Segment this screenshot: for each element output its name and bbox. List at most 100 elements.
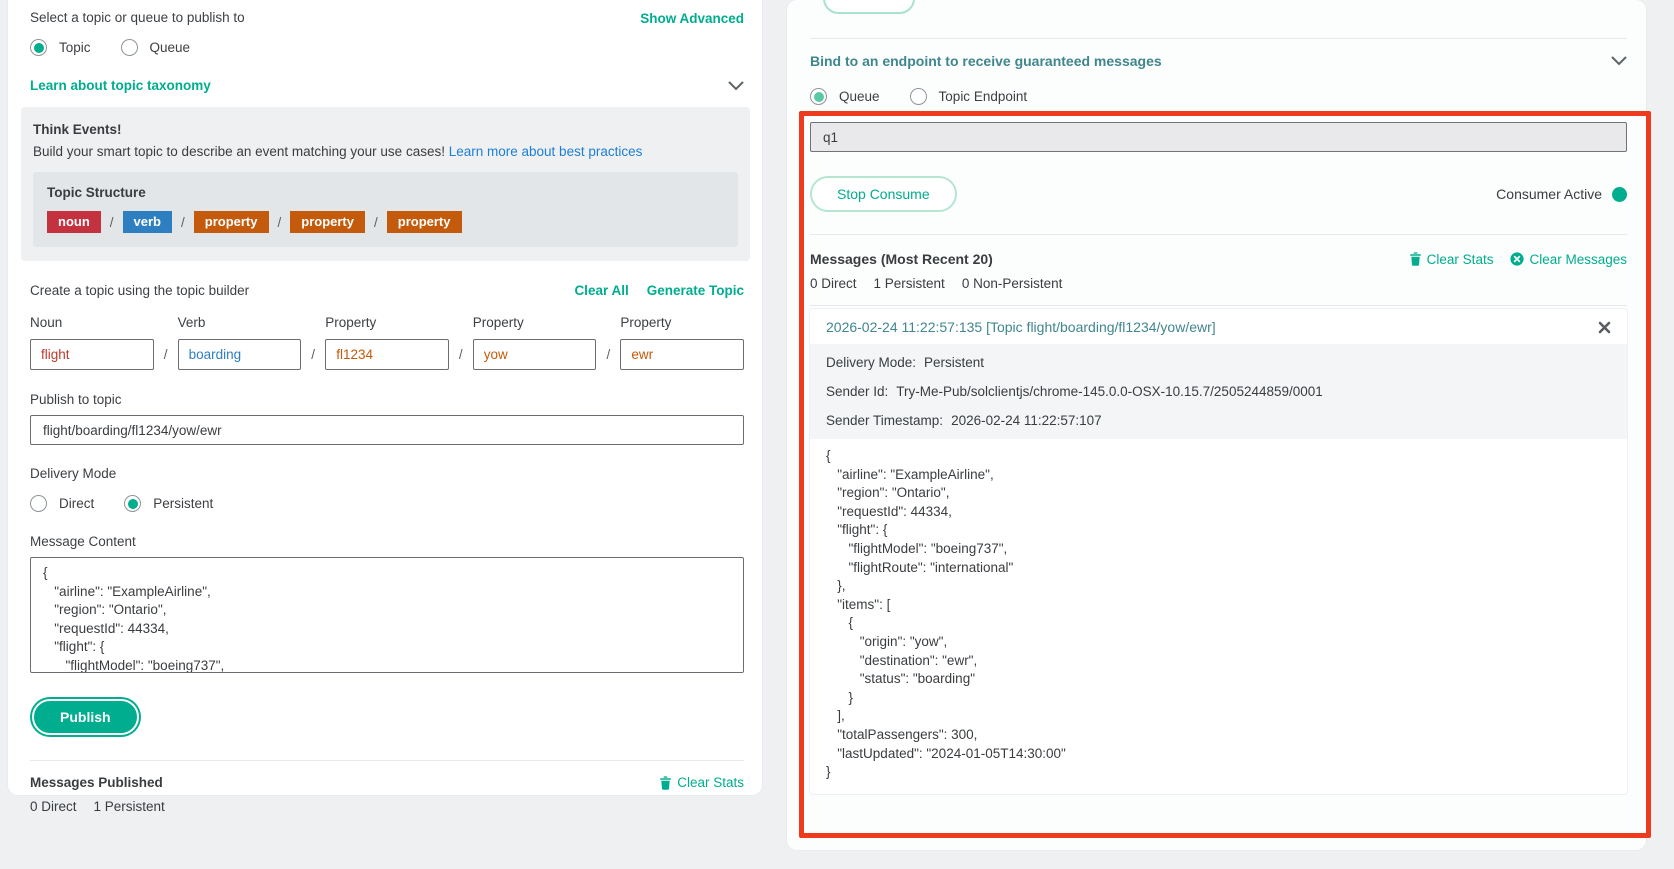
meta-label: Delivery Mode: bbox=[826, 355, 916, 370]
radio-endpoint-queue[interactable]: Queue bbox=[810, 88, 880, 105]
meta-sender-timestamp: Sender Timestamp: 2026-02-24 11:22:57:10… bbox=[810, 406, 1627, 435]
badge-separator: / bbox=[110, 215, 114, 230]
radio-persistent-control[interactable] bbox=[124, 495, 141, 512]
verb-input[interactable] bbox=[178, 339, 302, 370]
badge-separator: / bbox=[278, 215, 282, 230]
messages-header-row: Messages (Most Recent 20) Clear Stats Cl… bbox=[810, 251, 1627, 267]
circled-x-icon bbox=[1510, 252, 1524, 266]
builder-field-label: Property bbox=[620, 315, 744, 330]
clear-messages-label: Clear Messages bbox=[1529, 252, 1627, 267]
destination-radio-group: Topic Queue bbox=[30, 39, 744, 56]
builder-field-property-1: Property bbox=[325, 315, 449, 370]
builder-field-property-3: Property bbox=[620, 315, 744, 370]
message-header-row: 2026-02-24 11:22:57:135 [Topic flight/bo… bbox=[810, 309, 1627, 344]
generate-topic-link[interactable]: Generate Topic bbox=[647, 283, 744, 298]
trash-icon bbox=[659, 776, 672, 790]
property-input-1[interactable] bbox=[325, 339, 449, 370]
badge-verb: verb bbox=[123, 211, 172, 233]
radio-queue-label: Queue bbox=[150, 40, 191, 55]
topic-structure-title: Topic Structure bbox=[47, 185, 724, 200]
badge-separator: / bbox=[374, 215, 378, 230]
chevron-down-icon[interactable] bbox=[1611, 56, 1627, 66]
clear-stats-label: Clear Stats bbox=[1427, 252, 1494, 267]
message-payload: { "airline": "ExampleAirline", "region":… bbox=[810, 439, 1627, 794]
radio-direct-control[interactable] bbox=[30, 495, 47, 512]
publisher-divider bbox=[30, 760, 744, 761]
badge-property: property bbox=[387, 211, 462, 233]
show-advanced-link[interactable]: Show Advanced bbox=[640, 11, 744, 26]
builder-field-noun: Noun bbox=[30, 315, 154, 370]
radio-endpoint-queue-control[interactable] bbox=[810, 88, 827, 105]
builder-header-row: Create a topic using the topic builder C… bbox=[30, 283, 744, 298]
radio-topic-endpoint[interactable]: Topic Endpoint bbox=[910, 88, 1028, 105]
received-stats-values: 0 Direct 1 Persistent 0 Non-Persistent bbox=[810, 276, 1627, 291]
consume-row: Stop Consume Consumer Active bbox=[810, 176, 1627, 212]
radio-queue[interactable]: Queue bbox=[121, 39, 191, 56]
consumer-status: Consumer Active bbox=[1496, 186, 1627, 202]
message-content-label: Message Content bbox=[30, 534, 744, 549]
meta-delivery-mode: Delivery Mode: Persistent bbox=[810, 348, 1627, 377]
subscriber-divider-list bbox=[810, 305, 1627, 306]
topic-structure-badges: noun / verb / property / property / prop… bbox=[47, 211, 724, 233]
think-events-body: Build your smart topic to describe an ev… bbox=[33, 144, 738, 159]
think-events-title: Think Events! bbox=[33, 122, 738, 137]
builder-field-label: Property bbox=[473, 315, 597, 330]
builder-field-label: Verb bbox=[178, 315, 302, 330]
builder-separator: / bbox=[596, 347, 620, 370]
stat-non-persistent: 0 Non-Persistent bbox=[962, 276, 1063, 291]
meta-label: Sender Timestamp: bbox=[826, 413, 943, 428]
best-practices-link[interactable]: Learn more about best practices bbox=[449, 144, 643, 159]
badge-property: property bbox=[194, 211, 269, 233]
messages-title: Messages (Most Recent 20) bbox=[810, 251, 993, 267]
stop-consume-button[interactable]: Stop Consume bbox=[810, 176, 957, 212]
property-input-3[interactable] bbox=[620, 339, 744, 370]
radio-endpoint-queue-label: Queue bbox=[839, 89, 880, 104]
clear-all-link[interactable]: Clear All bbox=[574, 283, 628, 298]
meta-value: 2026-02-24 11:22:57:107 bbox=[951, 413, 1102, 428]
radio-persistent-label: Persistent bbox=[153, 496, 213, 511]
badge-noun: noun bbox=[47, 211, 101, 233]
stat-direct: 0 Direct bbox=[30, 799, 77, 814]
subscriber-divider-top bbox=[810, 38, 1627, 39]
consumer-status-label: Consumer Active bbox=[1496, 186, 1602, 202]
builder-field-property-2: Property bbox=[473, 315, 597, 370]
topic-builder-row: Noun / Verb / Property / Property / Prop… bbox=[30, 315, 744, 370]
radio-direct[interactable]: Direct bbox=[30, 495, 94, 512]
taxonomy-link[interactable]: Learn about topic taxonomy bbox=[30, 78, 211, 93]
stat-direct: 0 Direct bbox=[810, 276, 857, 291]
publish-to-topic-label: Publish to topic bbox=[30, 392, 744, 407]
builder-links: Clear All Generate Topic bbox=[574, 283, 744, 298]
radio-topic-control[interactable] bbox=[30, 39, 47, 56]
radio-queue-control[interactable] bbox=[121, 39, 138, 56]
message-content-textarea[interactable]: { "airline": "ExampleAirline", "region":… bbox=[30, 557, 744, 673]
partial-button-cutoff[interactable] bbox=[823, 0, 915, 14]
endpoint-radio-group: Queue Topic Endpoint bbox=[810, 88, 1627, 105]
topic-structure-box: Topic Structure noun / verb / property /… bbox=[33, 172, 738, 247]
queue-name-input[interactable] bbox=[810, 122, 1627, 152]
subscriber-clear-stats-link[interactable]: Clear Stats bbox=[1409, 252, 1494, 267]
noun-input[interactable] bbox=[30, 339, 154, 370]
think-events-text: Build your smart topic to describe an ev… bbox=[33, 144, 445, 159]
chevron-down-icon[interactable] bbox=[728, 81, 744, 91]
badge-separator: / bbox=[181, 215, 185, 230]
close-icon[interactable] bbox=[1598, 321, 1611, 334]
builder-separator: / bbox=[301, 347, 325, 370]
builder-field-label: Noun bbox=[30, 315, 154, 330]
publish-button[interactable]: Publish bbox=[32, 699, 139, 735]
builder-separator: / bbox=[154, 347, 178, 370]
builder-field-label: Property bbox=[325, 315, 449, 330]
property-input-2[interactable] bbox=[473, 339, 597, 370]
radio-topic-label: Topic bbox=[59, 40, 91, 55]
delivery-mode-label: Delivery Mode bbox=[30, 466, 744, 481]
topic-input[interactable] bbox=[30, 415, 744, 445]
meta-value: Try-Me-Pub/solclientjs/chrome-145.0.0-OS… bbox=[896, 384, 1323, 399]
radio-topic-endpoint-control[interactable] bbox=[910, 88, 927, 105]
radio-topic[interactable]: Topic bbox=[30, 39, 91, 56]
clear-messages-link[interactable]: Clear Messages bbox=[1510, 252, 1627, 267]
publisher-clear-stats-link[interactable]: Clear Stats bbox=[659, 775, 744, 790]
message-timestamp-link[interactable]: 2026-02-24 11:22:57:135 [Topic flight/bo… bbox=[826, 319, 1216, 335]
taxonomy-row: Learn about topic taxonomy bbox=[30, 78, 744, 93]
radio-persistent[interactable]: Persistent bbox=[124, 495, 213, 512]
select-destination-label: Select a topic or queue to publish to bbox=[30, 10, 744, 25]
subscriber-panel: Bind to an endpoint to receive guarantee… bbox=[787, 0, 1646, 850]
